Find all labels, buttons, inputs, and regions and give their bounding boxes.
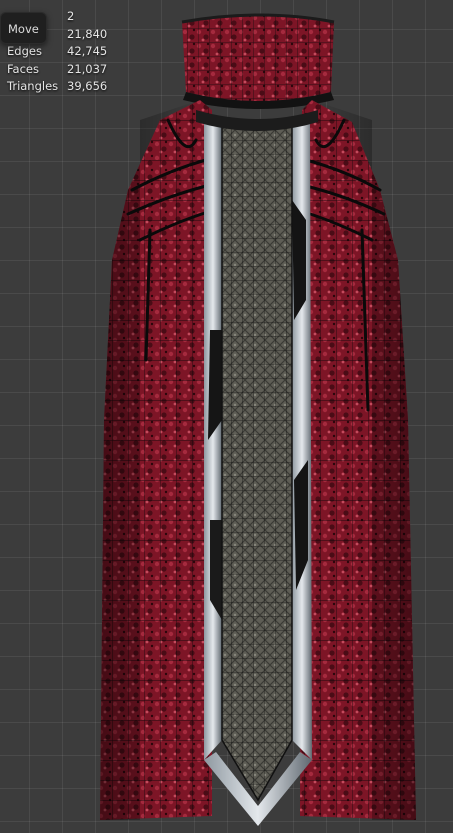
stat-value: 42,745 bbox=[67, 44, 108, 58]
collar-section bbox=[181, 13, 335, 109]
stat-label: Faces bbox=[7, 61, 39, 76]
left-cape-panel bbox=[100, 100, 212, 820]
move-tooltip: Move bbox=[0, 12, 47, 44]
right-cape-panel bbox=[300, 100, 416, 820]
stat-label: Edges bbox=[7, 44, 42, 58]
robe-mesh[interactable] bbox=[0, 0, 453, 833]
stat-value: 21,037 bbox=[67, 61, 108, 76]
stat-value: 39,656 bbox=[67, 79, 108, 93]
stat-row-faces: Faces 21,037 bbox=[7, 61, 107, 79]
stat-row-edges: Edges 42,745 bbox=[7, 43, 107, 61]
stat-value: 21,840 bbox=[67, 26, 108, 41]
center-panel bbox=[221, 119, 293, 802]
stat-row-triangles: Triangles 39,656 bbox=[7, 78, 107, 96]
3d-viewport[interactable]: 2 21,840 Edges 42,745 Faces 21,037 Trian… bbox=[0, 0, 453, 833]
stat-label: Triangles bbox=[7, 79, 59, 93]
stat-value: 2 bbox=[67, 9, 75, 23]
